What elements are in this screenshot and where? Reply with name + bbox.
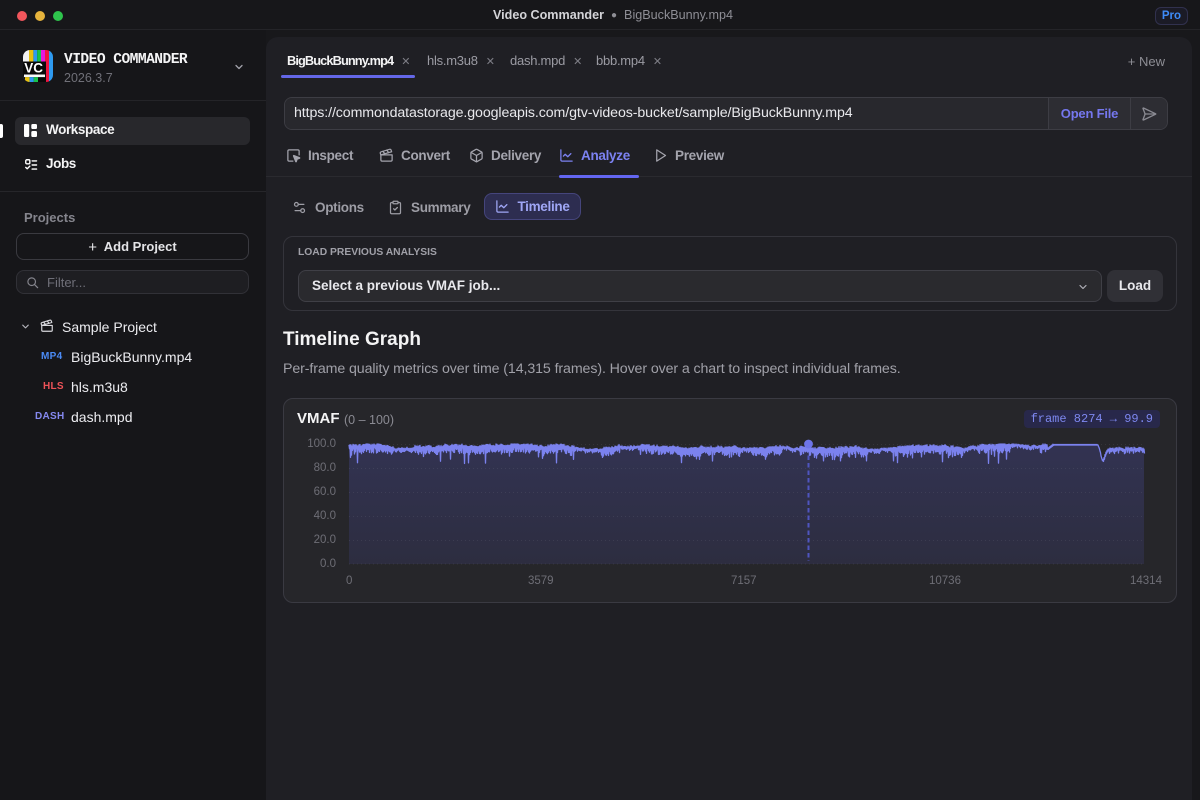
svg-text:VC: VC	[24, 60, 43, 75]
